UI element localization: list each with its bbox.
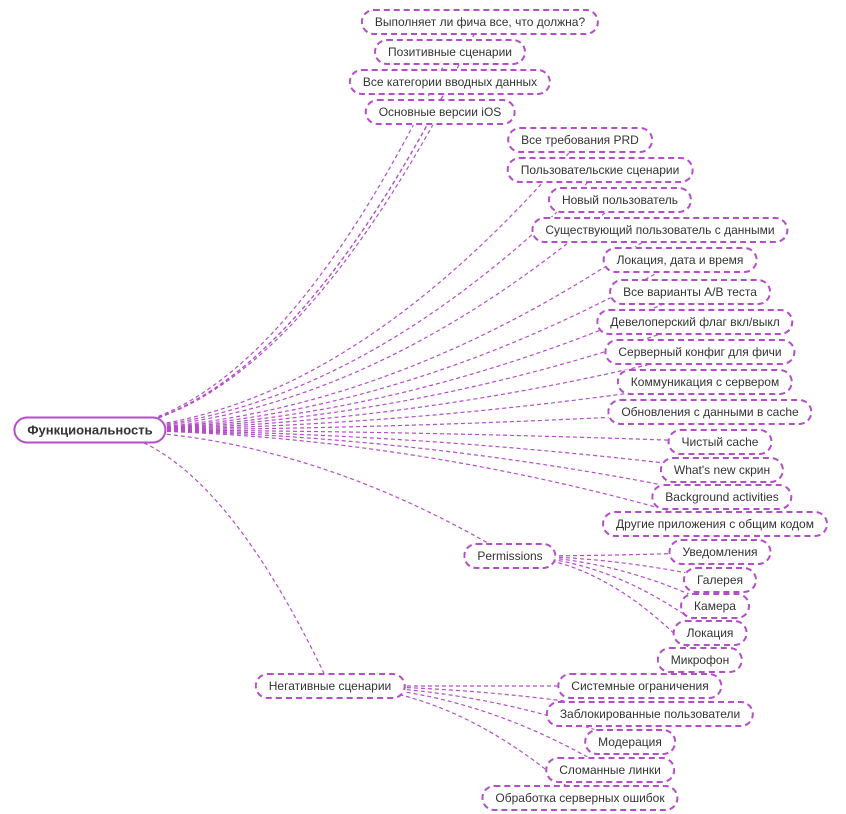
node-n11: Девелоперский флаг вкл/выкл [596, 309, 793, 335]
node-n25: Заблокированные пользователи [546, 701, 754, 727]
node-n5: Все требования PRD [507, 127, 653, 153]
node-n4: Основные версии iOS [365, 99, 516, 125]
node-n21: Камера [680, 593, 750, 619]
node-n24: Системные ограничения [557, 673, 722, 699]
node-n1: Выполняет ли фича все, что должна? [361, 9, 599, 35]
node-n15: Чистый cache [668, 429, 773, 455]
node-n22: Локация [673, 620, 748, 646]
node-n17: Background activities [651, 484, 792, 510]
node-n26: Модерация [584, 729, 676, 755]
node-n6: Пользовательские сценарии [507, 157, 694, 183]
node-root: Функциональность [13, 417, 166, 444]
node-n8: Существующий пользователь с данными [531, 217, 788, 243]
node-n28: Обработка серверных ошибок [481, 785, 678, 811]
node-perm: Permissions [463, 543, 556, 569]
node-n23: Микрофон [657, 647, 743, 673]
node-n27: Сломанные линки [545, 757, 675, 783]
node-n3: Все категории вводных данных [349, 69, 551, 95]
node-n16: What's new скрин [660, 457, 784, 483]
node-n19: Уведомления [668, 539, 771, 565]
node-n10: Все варианты А/В теста [609, 279, 771, 305]
node-n12: Серверный конфиг для фичи [604, 339, 795, 365]
node-neg: Негативные сценарии [255, 673, 406, 699]
node-n7: Новый пользователь [548, 187, 692, 213]
node-n14: Обновления с данными в cache [607, 399, 812, 425]
node-n9: Локация, дата и время [603, 247, 758, 273]
node-n20: Галерея [683, 567, 757, 593]
node-n13: Коммуникация с сервером [617, 369, 793, 395]
node-n18: Другие приложения с общим кодом [602, 511, 828, 537]
node-n2: Позитивные сценарии [374, 39, 526, 65]
mind-map: Функциональность Выполняет ли фича все, ч… [0, 0, 846, 814]
